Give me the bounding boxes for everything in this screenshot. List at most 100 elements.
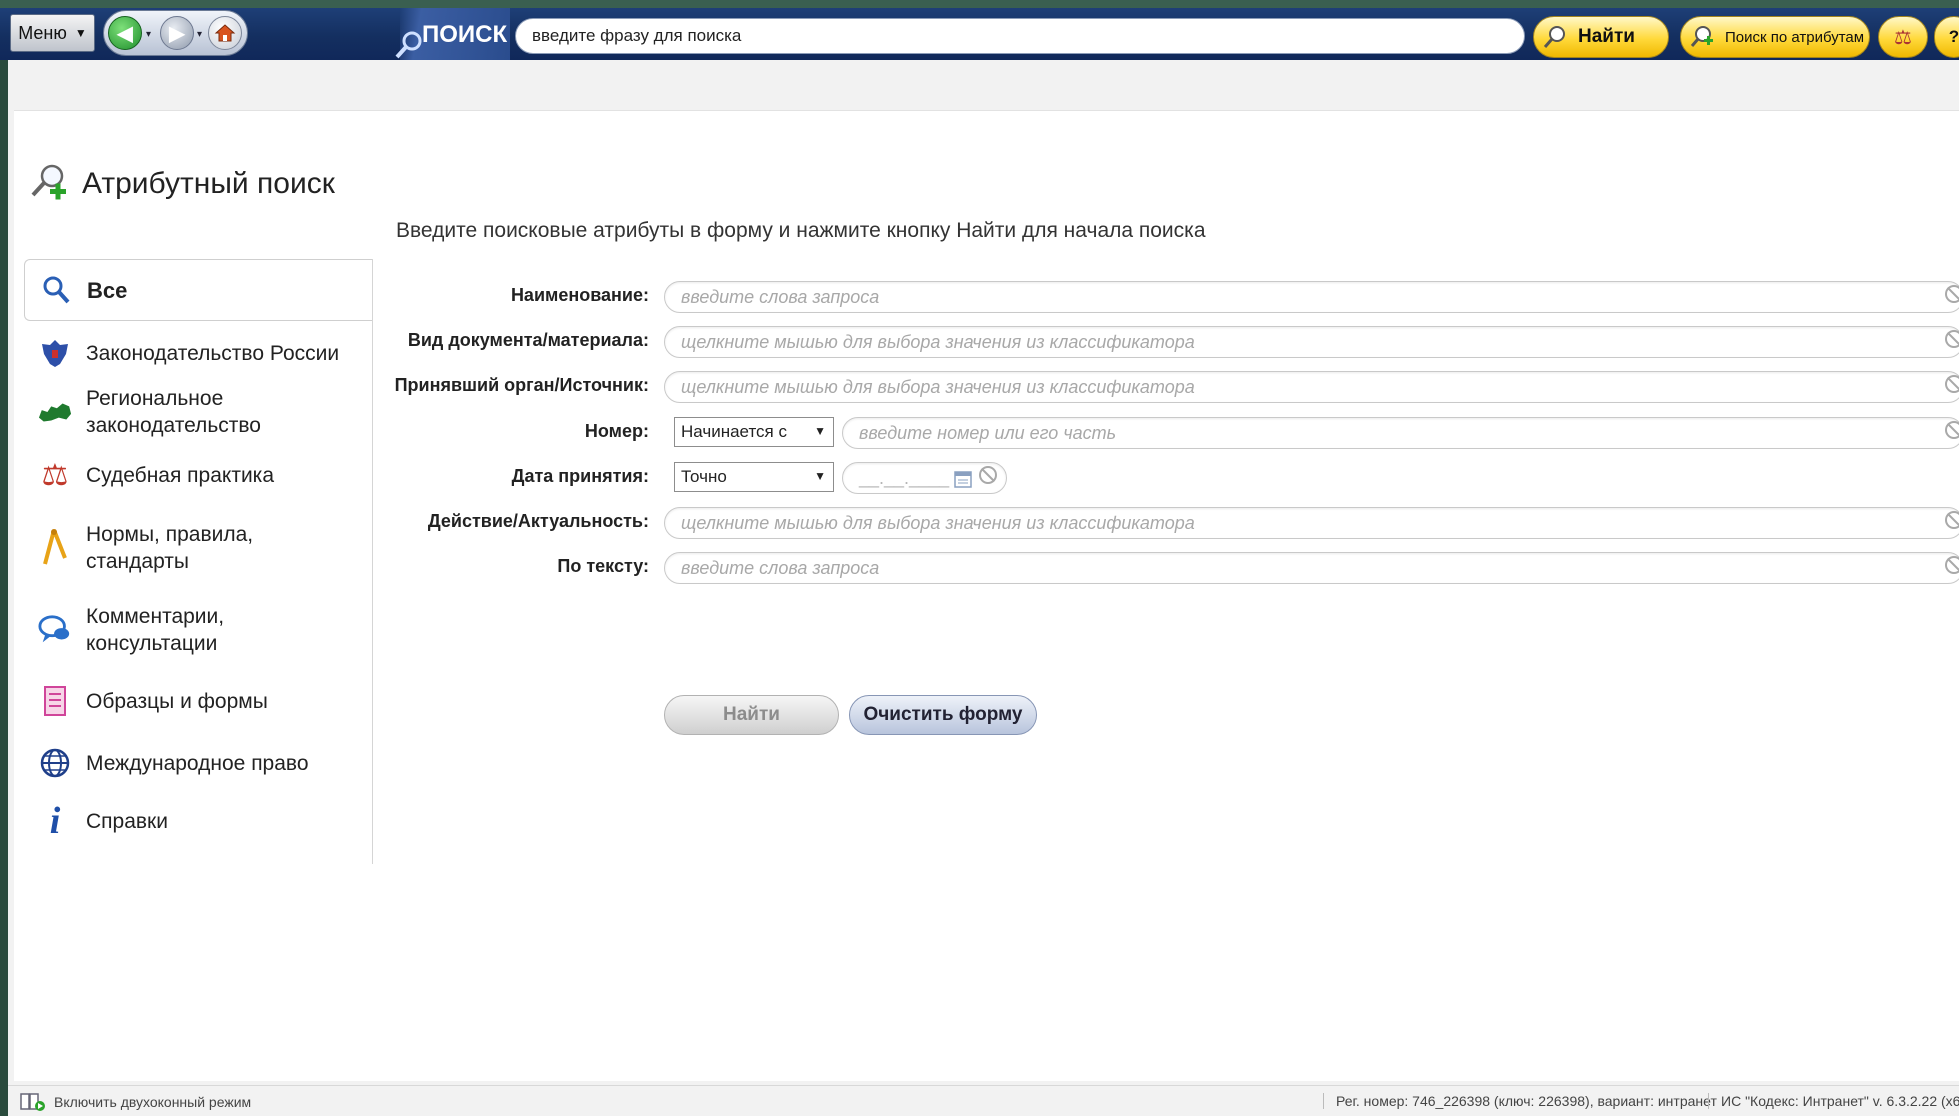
form-row-source: Принявший орган/Источник: щелкните мышью…: [354, 369, 1959, 405]
scales-icon: ⚖: [41, 458, 69, 492]
chevron-down-icon: ▼: [814, 469, 826, 483]
date-mask: __.__.____: [859, 467, 950, 488]
back-arrow-icon[interactable]: ◀: [108, 16, 142, 50]
russia-emblem-icon: [38, 336, 72, 370]
form-row-doctype: Вид документа/материала: щелкните мышью …: [354, 324, 1959, 360]
sidebar-item-templates[interactable]: Образцы и формы: [24, 681, 372, 721]
search-icon: [39, 273, 73, 307]
doctype-label: Вид документа/материала:: [407, 330, 649, 350]
sidebar-item-label: Образцы и формы: [86, 689, 268, 713]
clear-source-icon[interactable]: [1945, 375, 1959, 393]
forward-history-dropdown-icon[interactable]: ▾: [197, 29, 202, 40]
home-icon[interactable]: [208, 16, 242, 50]
compass-icon: [38, 529, 72, 565]
two-window-icon: [20, 1093, 45, 1111]
menu-button-label: Меню: [18, 22, 67, 43]
forward-arrow-icon[interactable]: ▶: [160, 16, 194, 50]
globe-icon: [38, 746, 72, 780]
source-label: Принявший орган/Источник:: [394, 375, 649, 395]
sidebar-item-all[interactable]: Все: [24, 259, 372, 321]
calendar-icon[interactable]: [954, 470, 972, 488]
document-icon: [38, 684, 72, 718]
sidebar-item-label: Все: [87, 277, 128, 303]
text-field[interactable]: введите слова запроса: [664, 552, 1959, 584]
scales-icon: ⚖: [1894, 26, 1912, 49]
info-icon: i: [49, 800, 61, 842]
search-input[interactable]: введите фразу для поиска: [515, 18, 1525, 54]
attribute-search-icon: [31, 164, 66, 200]
number-mode-select[interactable]: Начинается с ▼: [674, 417, 834, 447]
attribute-search-button[interactable]: Поиск по атрибутам: [1680, 16, 1870, 58]
sidebar-item-international-law[interactable]: Международное право: [24, 743, 372, 783]
number-field[interactable]: введите номер или его часть: [842, 417, 1959, 449]
doctype-field[interactable]: щелкните мышью для выбора значения из кл…: [664, 326, 1959, 358]
search-icon: [1543, 26, 1565, 48]
chevron-down-icon: ▼: [74, 26, 87, 40]
date-mode-value: Точно: [681, 467, 727, 486]
help-button[interactable]: ?: [1934, 16, 1959, 58]
clear-name-icon[interactable]: [1945, 285, 1959, 303]
search-label-text: ПОИСК: [422, 21, 508, 48]
sidebar-item-label: Региональное законодательство: [86, 387, 261, 437]
sidebar-item-references[interactable]: i Справки: [24, 799, 372, 843]
clear-form-button[interactable]: Очистить форму: [849, 695, 1037, 735]
form-row-status: Действие/Актуальность: щелкните мышью дл…: [354, 505, 1959, 541]
form-row-date: Дата принятия: Точно ▼ __.__.____: [354, 460, 1959, 496]
category-sidebar: Все Законодательство России Региональное…: [24, 259, 373, 864]
instruction-text: Введите поисковые атрибуты в форму и наж…: [396, 219, 1206, 242]
sidebar-item-label: Нормы, правила, стандарты: [86, 523, 254, 573]
speech-bubbles-icon: [38, 613, 72, 647]
navigation-group: ◀ ▾ ▶ ▾: [103, 10, 248, 56]
page-title-text: Атрибутный поиск: [82, 167, 335, 200]
find-button-label: Найти: [1578, 26, 1635, 47]
clear-text-icon[interactable]: [1945, 556, 1959, 574]
status-field[interactable]: щелкните мышью для выбора значения из кл…: [664, 507, 1959, 539]
sidebar-item-regional-law[interactable]: Региональное законодательство: [24, 383, 372, 441]
date-mode-select[interactable]: Точно ▼: [674, 462, 834, 492]
number-mode-value: Начинается с: [681, 422, 787, 441]
form-find-button[interactable]: Найти: [664, 695, 839, 735]
magnifier-icon: [395, 31, 422, 59]
form-row-text: По тексту: введите слова запроса: [354, 550, 1959, 586]
name-field[interactable]: введите слова запроса: [664, 281, 1959, 313]
name-label: Наименование:: [510, 285, 649, 305]
page-title: Атрибутный поиск: [30, 159, 335, 209]
sidebar-item-judicial-practice[interactable]: ⚖ Судебная практика: [24, 455, 372, 495]
clear-status-icon[interactable]: [1945, 511, 1959, 529]
find-button[interactable]: Найти: [1533, 16, 1669, 58]
clear-doctype-icon[interactable]: [1945, 330, 1959, 348]
attribute-search-label: Поиск по атрибутам: [1725, 28, 1865, 46]
help-icon: ?: [1948, 27, 1959, 46]
search-section-label: ПОИСК: [395, 8, 510, 68]
menu-button[interactable]: Меню ▼: [10, 14, 95, 52]
content-card: Атрибутный поиск Введите поисковые атриб…: [14, 110, 1959, 1081]
date-label: Дата принятия:: [511, 466, 649, 486]
russia-map-icon: [38, 395, 72, 429]
clear-date-icon[interactable]: [979, 466, 997, 484]
two-window-label: Включить двухоконный режим: [54, 1094, 252, 1110]
scales-button[interactable]: ⚖: [1878, 16, 1928, 58]
status-label: Действие/Актуальность:: [427, 511, 649, 531]
sidebar-item-label: Справки: [86, 809, 168, 833]
sidebar-item-russian-law[interactable]: Законодательство России: [24, 333, 372, 373]
sidebar-item-comments[interactable]: Комментарии, консультации: [24, 601, 372, 659]
clear-number-icon[interactable]: [1945, 421, 1959, 439]
number-label: Номер:: [584, 421, 649, 441]
sidebar-item-norms-standards[interactable]: Нормы, правила, стандарты: [24, 519, 372, 577]
sidebar-item-label: Судебная практика: [86, 463, 275, 487]
two-window-toggle[interactable]: Включить двухоконный режим: [20, 1092, 251, 1112]
chevron-down-icon: ▼: [814, 424, 826, 438]
attribute-search-icon: [1690, 26, 1713, 47]
sidebar-item-label: Законодательство России: [86, 341, 340, 365]
form-row-number: Номер: Начинается с ▼ введите номер или …: [354, 415, 1959, 451]
sidebar-item-label: Международное право: [86, 751, 309, 775]
back-history-dropdown-icon[interactable]: ▾: [146, 29, 151, 40]
source-field[interactable]: щелкните мышью для выбора значения из кл…: [664, 371, 1959, 403]
main-area: Атрибутный поиск Введите поисковые атриб…: [8, 60, 1959, 1115]
text-label: По тексту:: [557, 556, 649, 576]
form-row-name: Наименование: введите слова запроса: [354, 279, 1959, 315]
registration-info: Рег. номер: 746_226398 (ключ: 226398), в…: [1323, 1093, 1717, 1109]
version-info: ИС "Кодекс: Интранет" v. 6.3.2.22 (x64: [1708, 1093, 1959, 1109]
status-bar: Включить двухоконный режим Рег. номер: 7…: [8, 1085, 1959, 1116]
top-toolbar: Меню ▼ ◀ ▾ ▶ ▾ ПОИСК введите фразу для п…: [0, 0, 1959, 68]
